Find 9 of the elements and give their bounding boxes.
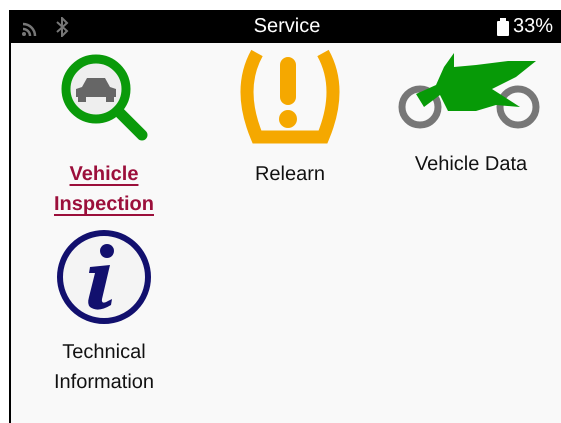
- info-icon: [54, 227, 154, 327]
- menu-item[interactable]: Vehicle Inspection: [24, 159, 184, 219]
- menu-item[interactable]: Relearn: [210, 159, 370, 189]
- menu-item[interactable]: Vehicle Data: [391, 149, 551, 179]
- screen-title: Service: [254, 15, 320, 38]
- bluetooth-icon: [55, 16, 69, 36]
- menu-item[interactable]: Technical Information: [24, 337, 184, 397]
- battery-icon: [496, 18, 509, 36]
- battery-level: 33%: [512, 15, 553, 38]
